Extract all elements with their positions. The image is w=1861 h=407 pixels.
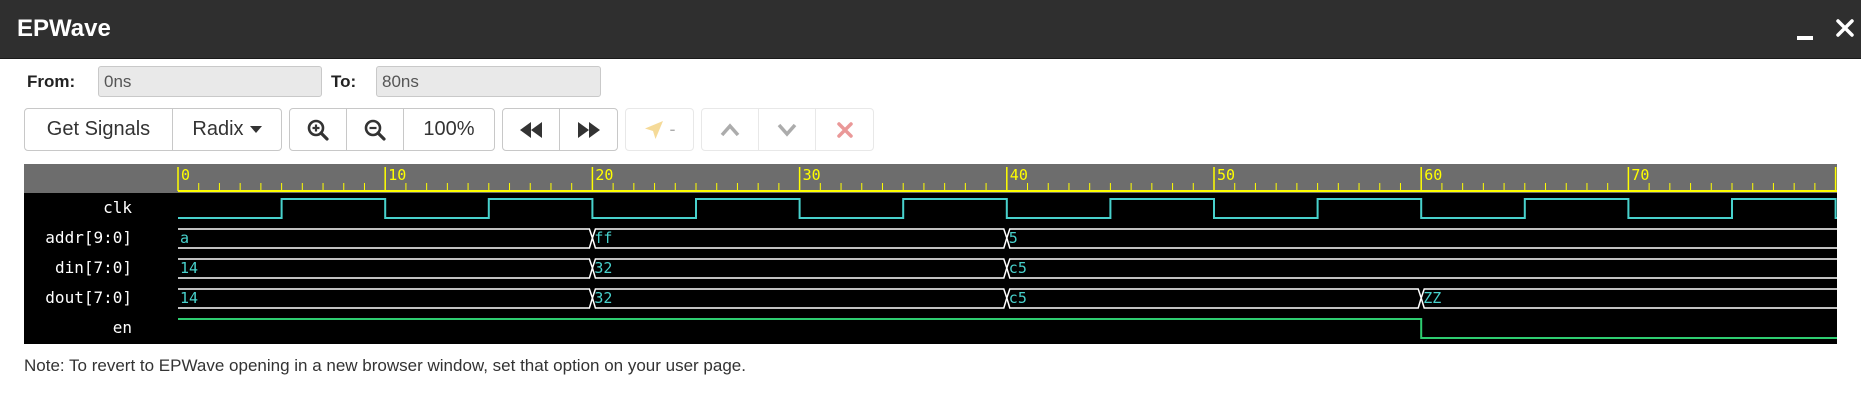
ruler-tick-label: 50 xyxy=(1217,166,1235,184)
radix-button[interactable]: Radix xyxy=(173,109,281,150)
close-button[interactable] xyxy=(1830,10,1860,46)
signal-name: dout[7:0] xyxy=(45,288,132,307)
signal-name: en xyxy=(113,318,132,337)
bus-segment xyxy=(1006,258,1837,279)
window-title: EPWave xyxy=(17,15,111,42)
bus-segment xyxy=(591,228,1008,249)
to-field[interactable] xyxy=(376,66,601,97)
zoom-in-icon xyxy=(307,119,329,141)
waveform-canvas[interactable]: 0 10 20 30 40 50 60 70 clk addr[9:0] a ff 5 din[7:0] 1… xyxy=(24,164,1837,344)
bus-segment xyxy=(591,258,1008,279)
minimize-button[interactable] xyxy=(1790,10,1820,46)
ruler-tick-label: 10 xyxy=(388,166,406,184)
bus-value: a xyxy=(180,229,189,247)
from-label: From: xyxy=(27,72,76,91)
caret-down-icon xyxy=(249,126,262,133)
bus-value: 32 xyxy=(594,259,612,277)
forward-icon xyxy=(577,121,600,138)
from-field[interactable] xyxy=(98,66,322,97)
clk-trace xyxy=(178,198,1837,219)
chevron-up-icon xyxy=(720,122,740,136)
ruler-tick-label: 0 xyxy=(181,166,190,184)
chevron-down-icon xyxy=(777,123,797,137)
bus-value: c5 xyxy=(1009,259,1027,277)
footer-note: Note: To revert to EPWave opening in a n… xyxy=(24,356,746,375)
cursor-button-group: - xyxy=(625,108,694,151)
title-bar: EPWave xyxy=(0,0,1861,59)
zoom-level[interactable]: 100% xyxy=(404,109,494,150)
bus-value: 32 xyxy=(594,289,612,307)
close-icon xyxy=(1836,19,1854,37)
bus-segment xyxy=(178,228,594,249)
jump-back-button[interactable] xyxy=(503,109,560,150)
waveform-viewer[interactable]: 0 10 20 30 40 50 60 70 clk addr[9:0] a ff 5 din[7:0] 1… xyxy=(24,164,1837,344)
marker-button-group xyxy=(701,108,874,151)
time-ruler xyxy=(24,164,1837,193)
navigate-button-group xyxy=(502,108,618,151)
zoom-out-icon xyxy=(364,119,386,141)
to-label: To: xyxy=(331,72,357,91)
signal-name: din[7:0] xyxy=(55,258,132,277)
move-up-button[interactable] xyxy=(702,109,759,150)
signal-name: addr[9:0] xyxy=(45,228,132,247)
jump-forward-button[interactable] xyxy=(560,109,617,150)
radix-label: Radix xyxy=(192,118,244,140)
ruler-tick-label: 20 xyxy=(595,166,613,184)
bus-segment xyxy=(178,258,594,279)
cursor-marker-button[interactable]: - xyxy=(626,109,693,150)
zoom-in-button[interactable] xyxy=(290,109,347,150)
bus-value: c5 xyxy=(1009,289,1027,307)
bus-segment xyxy=(591,288,1008,309)
ruler-tick-label: 70 xyxy=(1631,166,1649,184)
remove-button[interactable] xyxy=(816,109,873,150)
cursor-value: - xyxy=(669,119,676,139)
zoom-button-group: 100% xyxy=(289,108,495,151)
bus-segment xyxy=(178,288,594,309)
en-trace-high xyxy=(178,318,1837,339)
bus-value: ZZ xyxy=(1423,289,1441,307)
zoom-out-button[interactable] xyxy=(347,109,404,150)
location-arrow-icon xyxy=(644,120,663,139)
minimize-icon xyxy=(1797,36,1813,40)
get-signals-button[interactable]: Get Signals xyxy=(25,109,173,150)
bus-segment xyxy=(1420,288,1837,309)
ruler-tick-label: 60 xyxy=(1424,166,1442,184)
ruler-tick-label: 40 xyxy=(1010,166,1028,184)
bus-value: 14 xyxy=(180,289,198,307)
delete-icon xyxy=(836,121,853,138)
bus-value: ff xyxy=(594,229,612,247)
bus-value: 5 xyxy=(1009,229,1018,247)
ruler-tick-label: 30 xyxy=(803,166,821,184)
bus-segment xyxy=(1006,228,1837,249)
bus-segment xyxy=(1006,288,1422,309)
move-down-button[interactable] xyxy=(759,109,816,150)
backward-icon xyxy=(520,121,542,138)
signal-name: clk xyxy=(103,198,132,217)
bus-value: 14 xyxy=(180,259,198,277)
signals-button-group: Get Signals Radix xyxy=(24,108,282,151)
